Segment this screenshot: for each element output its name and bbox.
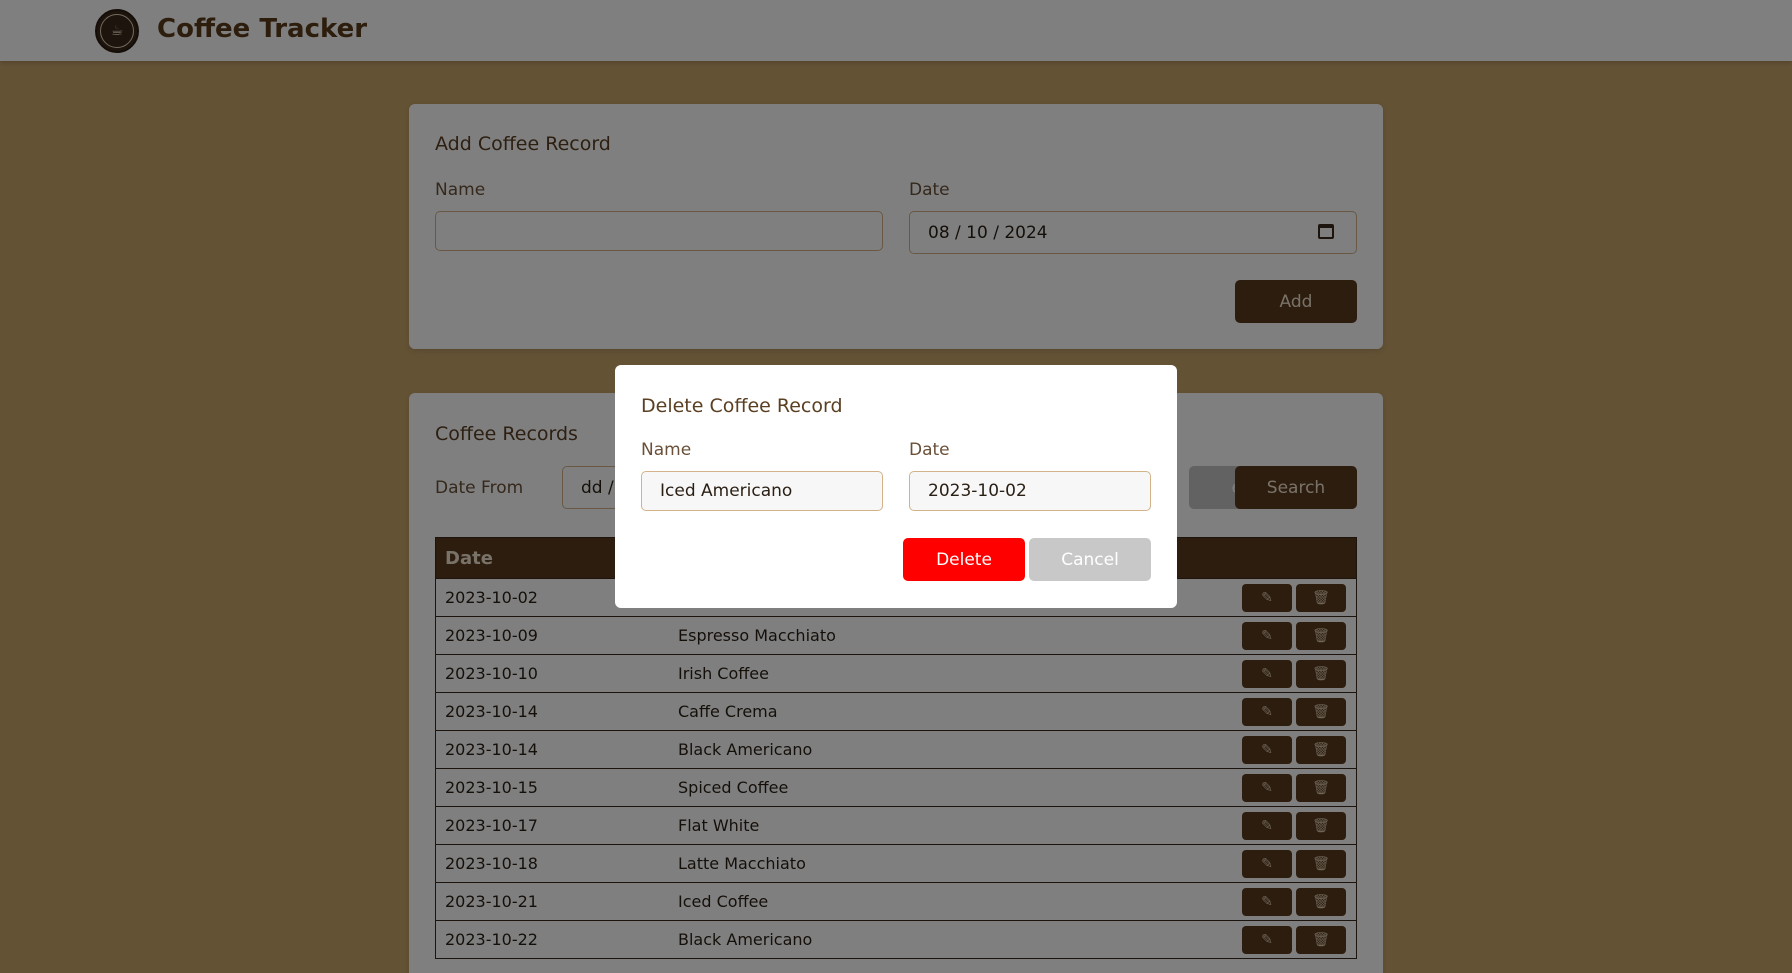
modal-date-input[interactable]: 2023-10-02	[909, 471, 1151, 511]
modal-date-label: Date	[909, 440, 950, 460]
delete-modal: Delete Coffee Record Name Iced Americano…	[615, 365, 1177, 608]
modal-name-input[interactable]: Iced Americano	[641, 471, 883, 511]
modal-title: Delete Coffee Record	[641, 395, 843, 417]
modal-name-label: Name	[641, 440, 692, 460]
delete-button[interactable]: Delete	[903, 538, 1025, 581]
cancel-button[interactable]: Cancel	[1029, 538, 1151, 581]
